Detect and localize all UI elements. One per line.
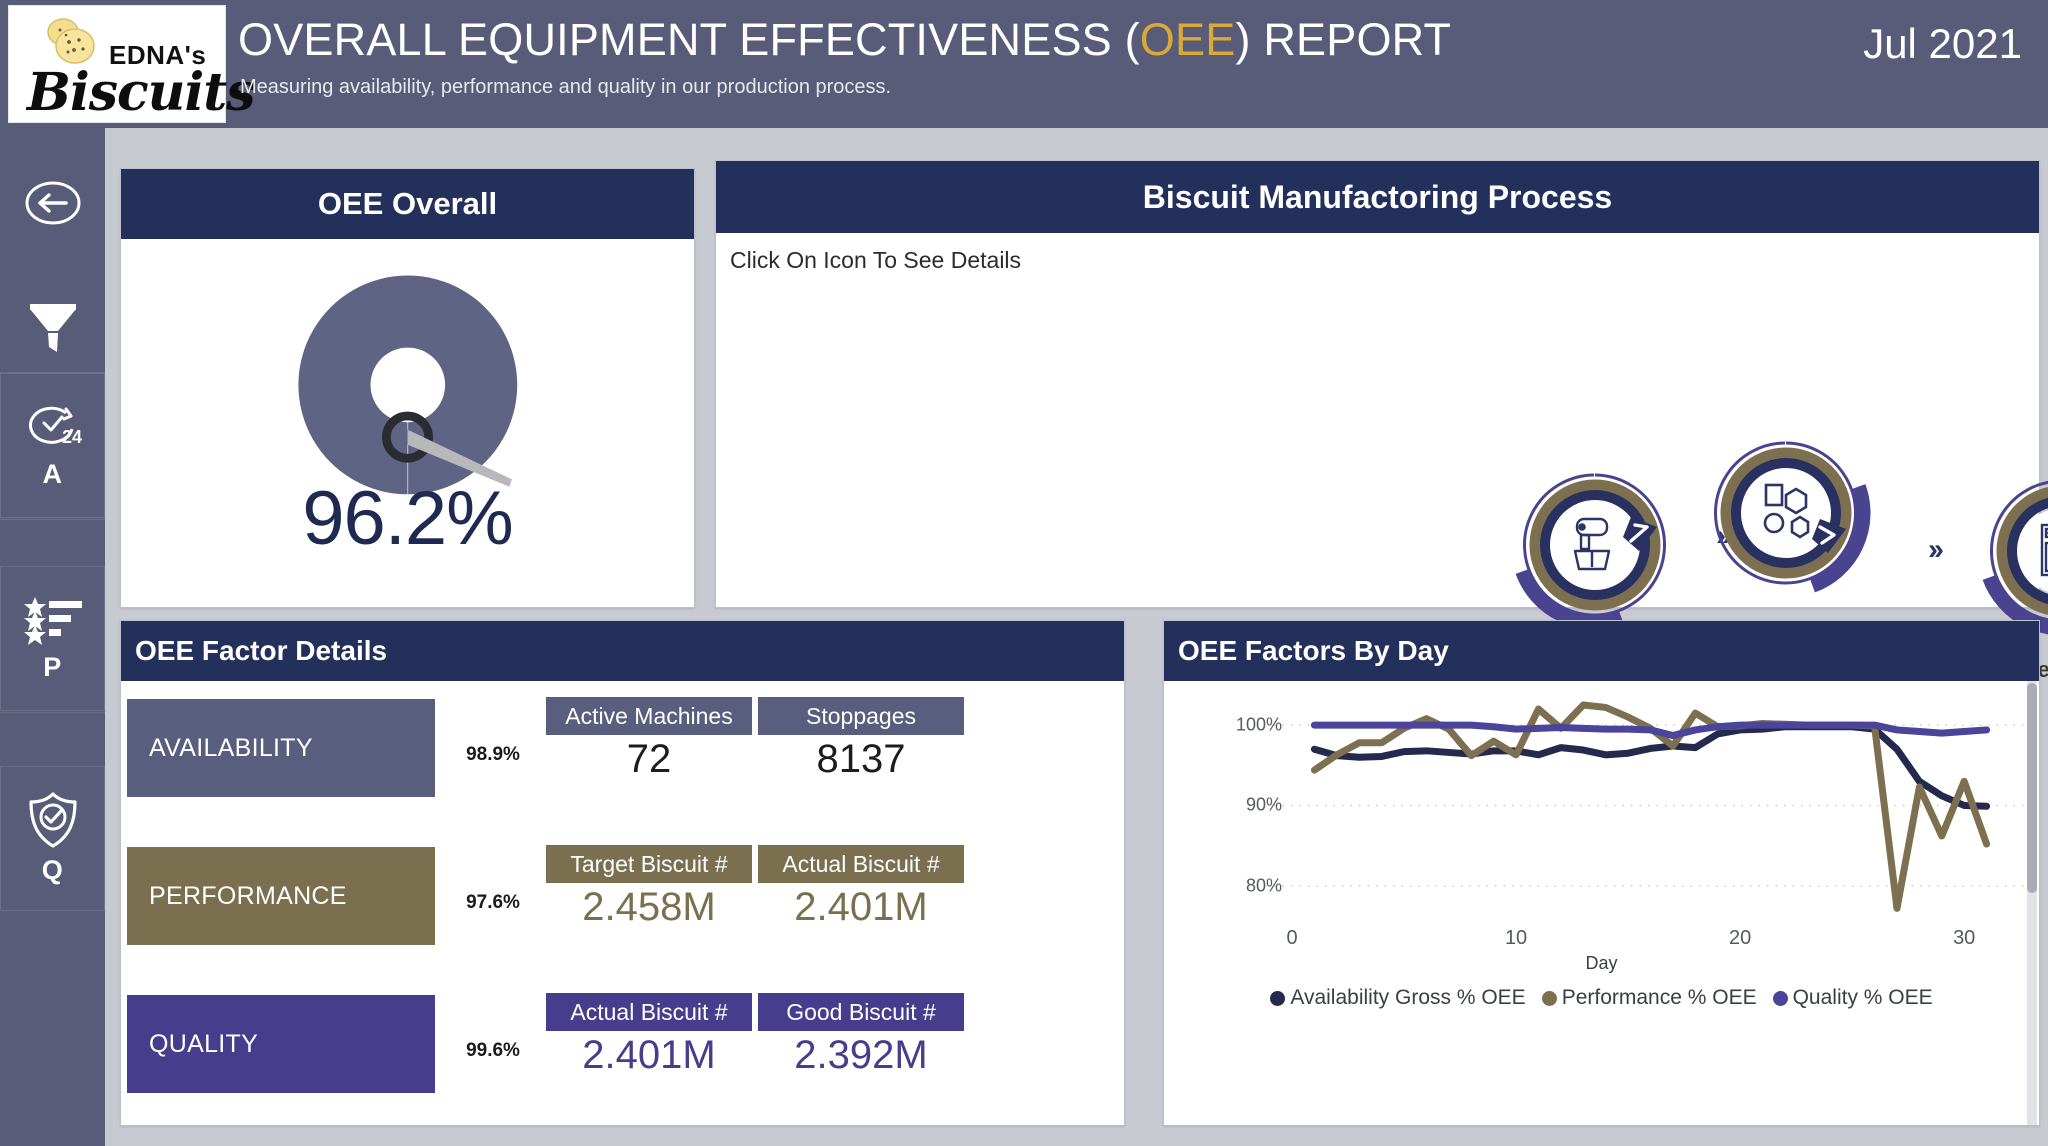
- line-chart-canvas: [1274, 701, 2027, 912]
- sidebar-item-availability[interactable]: 24 A: [0, 373, 105, 518]
- cookie-icon: [47, 18, 95, 64]
- legend-color-dot: [1772, 990, 1788, 1006]
- kpi-value: 8137: [816, 737, 906, 781]
- legend-item[interactable]: Quality % OEE: [1772, 986, 1933, 1010]
- process-title: Biscuit Manufactoring Process: [716, 161, 2039, 233]
- legend-color-dot: [1541, 990, 1557, 1006]
- brand-logo: EDNA's Biscuits: [8, 5, 255, 123]
- sidebar-item-quality[interactable]: Q: [0, 766, 105, 911]
- kpi-label: Actual Biscuit #: [546, 993, 752, 1031]
- clock-24-icon: 24: [28, 406, 82, 447]
- kpi-label: Stoppages: [758, 697, 964, 735]
- sidebar-item-filter[interactable]: [0, 273, 105, 383]
- process-stage-forming[interactable]: Forming: [1696, 423, 1876, 644]
- kpi-active-machines: Active Machines 72: [546, 697, 752, 782]
- process-stage-heating[interactable]: Heating: [1972, 461, 2048, 682]
- kpi-stoppages: Stoppages 8137: [758, 697, 964, 782]
- sidebar: 24 A P Q: [0, 128, 105, 1146]
- oee-overall-card: OEE Overall 96.2%: [120, 168, 695, 608]
- x-axis-label: Day: [1585, 953, 1618, 973]
- y-tick-label: 80%: [1245, 875, 1282, 896]
- legend-item[interactable]: Performance % OEE: [1541, 986, 1757, 1010]
- process-hint: Click On Icon To See Details: [730, 247, 1022, 273]
- shapes-cutter-icon: [1714, 441, 1871, 593]
- process-card: Biscuit Manufactoring Process Click On I…: [715, 160, 2048, 682]
- x-tick-label: 0: [1286, 927, 1298, 949]
- factor-row-availability: AVAILABILITY 98.9% Active Machines 72 St…: [121, 697, 1124, 829]
- page-subtitle: Measuring availability, performance and …: [240, 76, 892, 98]
- factor-percent: 97.6%: [466, 892, 520, 913]
- factors-by-day-card: OEE Factors By Day 80% 90% 100% 0 10 20 30 Da…: [1163, 620, 2040, 1126]
- sidebar-divider: [0, 712, 105, 713]
- stand-mixer-icon: [1515, 473, 1666, 630]
- chevron-double-right-icon: ››: [1928, 533, 1944, 566]
- sidebar-item-performance[interactable]: P: [0, 566, 105, 711]
- kpi-target-biscuit: Target Biscuit # 2.458M: [546, 845, 752, 930]
- factors-by-day-title: OEE Factors By Day: [1164, 621, 2039, 681]
- y-tick-label: 100%: [1235, 714, 1282, 735]
- factor-details-card: OEE Factor Details AVAILABILITY 98.9% Ac…: [120, 620, 1125, 1126]
- oee-overall-title: OEE Overall: [121, 169, 694, 239]
- page-title-part2: ) REPORT: [1235, 14, 1452, 65]
- chart-series-quality-oee: [1310, 721, 1991, 740]
- oee-gauge: [298, 275, 518, 495]
- sidebar-divider: [0, 519, 105, 520]
- process-stage-mixing[interactable]: Mixing: [1505, 455, 1685, 676]
- kpi-label: Target Biscuit #: [546, 845, 752, 883]
- kpi-value: 2.401M: [794, 885, 928, 929]
- y-tick-label: 90%: [1245, 794, 1282, 815]
- kpi-value: 72: [626, 737, 672, 781]
- kpi-label: Active Machines: [546, 697, 752, 735]
- factor-details-title: OEE Factor Details: [121, 621, 1124, 681]
- sidebar-item-availability-label: A: [42, 459, 63, 489]
- sidebar-item-quality-label: Q: [41, 855, 64, 885]
- x-tick-label: 20: [1729, 927, 1752, 949]
- page-header: EDNA's Biscuits OVERALL EQUIPMENT EFFECT…: [0, 0, 2048, 128]
- kpi-value: 2.392M: [794, 1033, 928, 1077]
- legend-label: Availability Gross % OEE: [1290, 986, 1526, 1009]
- page-title: OVERALL EQUIPMENT EFFECTIVENESS (OEE) RE…: [238, 14, 1451, 66]
- factor-percent: 98.9%: [466, 744, 520, 765]
- page-title-accent: OEE: [1139, 14, 1236, 65]
- page-title-part1: OVERALL EQUIPMENT EFFECTIVENESS (: [238, 14, 1140, 65]
- oven-icon: [1982, 480, 2048, 636]
- kpi-label: Actual Biscuit #: [758, 845, 964, 883]
- factor-name: AVAILABILITY: [127, 699, 435, 797]
- factor-row-performance: PERFORMANCE 97.6% Target Biscuit # 2.458…: [121, 845, 1124, 977]
- kpi-actual-biscuit-performance: Actual Biscuit # 2.401M: [758, 845, 964, 930]
- kpi-value: 2.401M: [582, 1033, 716, 1077]
- chart-legend: Availability Gross % OEE Performance % OE…: [1164, 986, 2039, 1010]
- factor-name: QUALITY: [127, 995, 435, 1093]
- logo-brand-main: Biscuits: [27, 62, 255, 123]
- line-chart: 80% 90% 100% 0 10 20 30 Day Availability Gros…: [1164, 681, 2039, 1125]
- dashboard-page: EDNA's Biscuits OVERALL EQUIPMENT EFFECT…: [0, 0, 2048, 1146]
- x-tick-label: 30: [1953, 927, 1976, 949]
- chart-scrollbar-thumb[interactable]: [2027, 683, 2037, 893]
- factor-row-quality: QUALITY 99.6% Actual Biscuit # 2.401M Go…: [121, 993, 1124, 1125]
- back-arrow-icon: [25, 181, 80, 225]
- sidebar-item-back[interactable]: [0, 148, 105, 258]
- kpi-value: 2.458M: [582, 885, 716, 929]
- filter-funnel-icon: [29, 304, 76, 352]
- sidebar-item-performance-label: P: [43, 652, 62, 682]
- kpi-good-biscuit: Good Biscuit # 2.392M: [758, 993, 964, 1078]
- kpi-label: Good Biscuit #: [758, 993, 964, 1031]
- x-tick-label: 10: [1504, 927, 1528, 949]
- legend-label: Quality % OEE: [1792, 986, 1933, 1009]
- oee-gauge-value: 96.2%: [302, 476, 514, 561]
- shield-check-icon: [28, 792, 77, 848]
- legend-item[interactable]: Availability Gross % OEE: [1270, 986, 1526, 1010]
- svg-text:24: 24: [62, 427, 82, 447]
- report-period: Jul 2021: [1863, 20, 2022, 67]
- factor-name: PERFORMANCE: [127, 847, 435, 945]
- legend-label: Performance % OEE: [1561, 986, 1757, 1009]
- legend-color-dot: [1270, 990, 1286, 1006]
- kpi-actual-biscuit-quality: Actual Biscuit # 2.401M: [546, 993, 752, 1078]
- stars-ranking-icon: [23, 597, 82, 645]
- factor-percent: 99.6%: [466, 1040, 520, 1061]
